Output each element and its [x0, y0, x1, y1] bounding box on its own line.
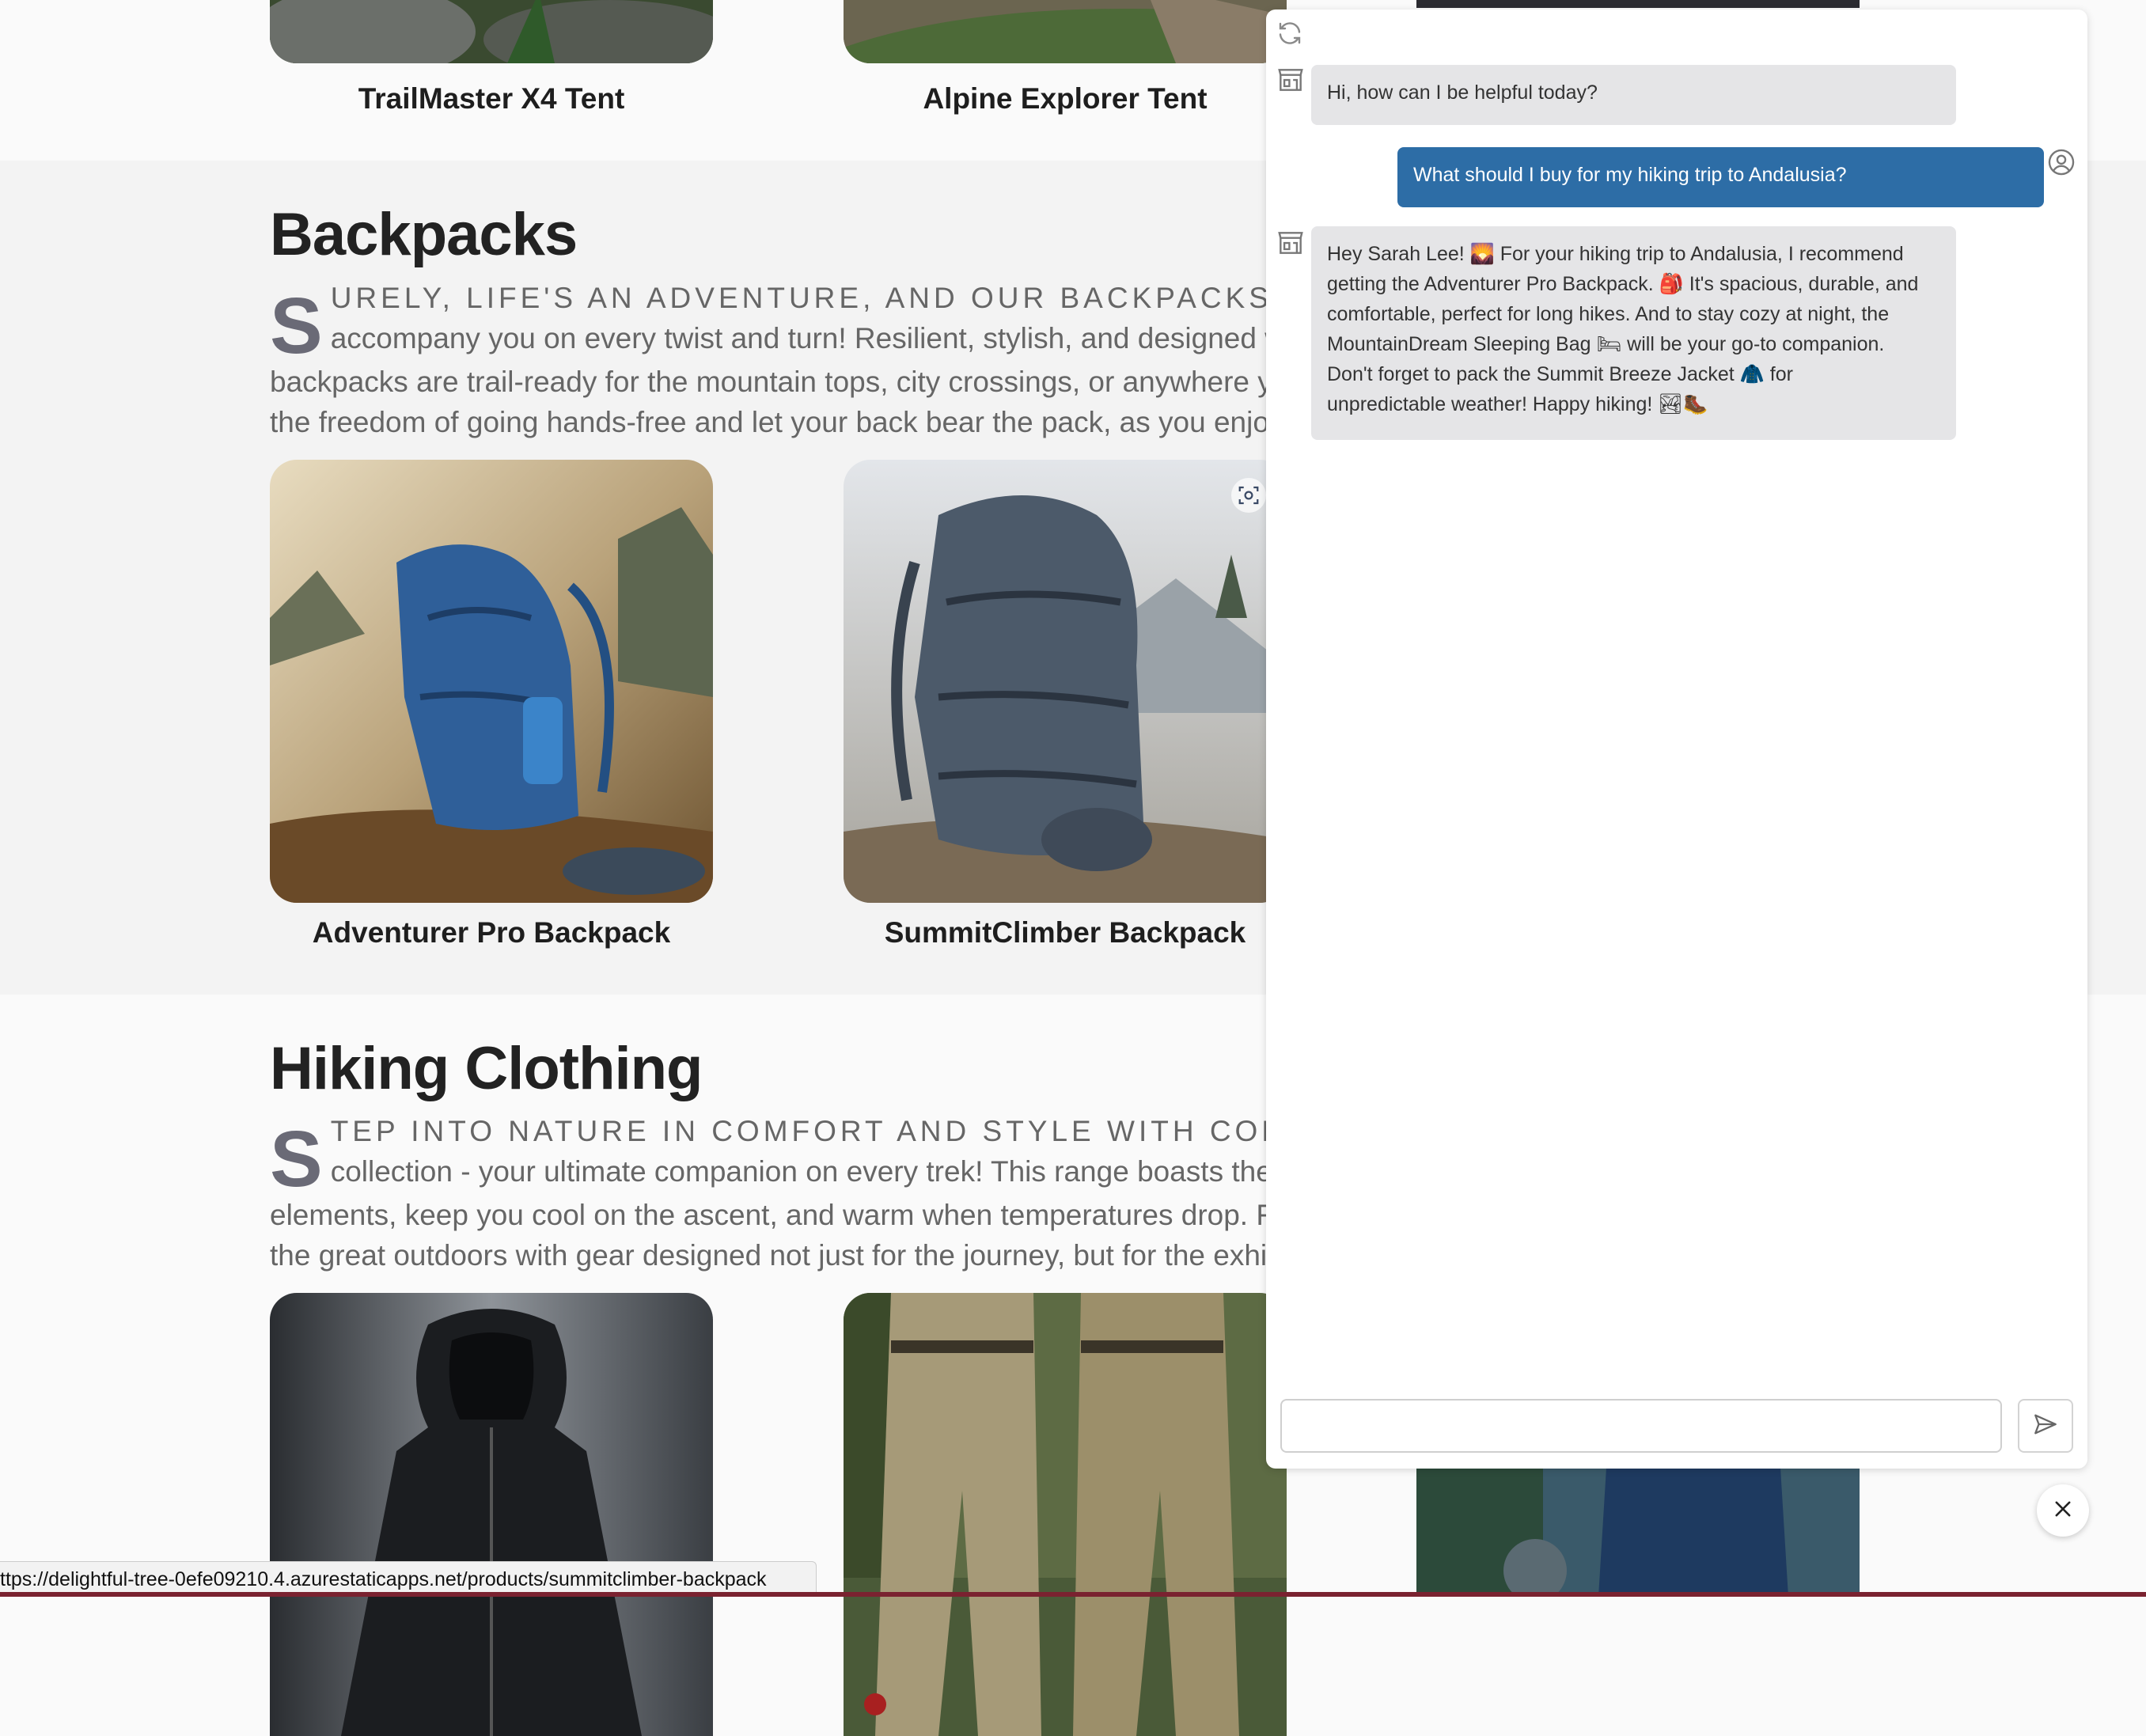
refresh-icon[interactable]	[1276, 19, 1304, 47]
chat-message-line: MountainDream Sleeping Bag 🛏 will be you…	[1327, 333, 1885, 355]
section-heading: Backpacks	[270, 201, 578, 268]
chat-message-line: unpredictable weather! Happy hiking! 🏞🥾	[1327, 393, 1708, 415]
description-line: the freedom of going hands-free and let …	[270, 406, 1267, 438]
chat-message-line: Hey Sarah Lee! 🌄 For your hiking trip to…	[1327, 243, 1904, 265]
chat-message-line: Don't forget to pack the Summit Breeze J…	[1327, 363, 1793, 385]
drop-cap: S	[270, 1115, 323, 1203]
product-image-hiking-pants[interactable]	[844, 1293, 1287, 1736]
chat-message-bot: Hi, how can I be helpful today?	[1311, 65, 1956, 125]
chat-message-line: getting the Adventurer Pro Backpack. 🎒 I…	[1327, 273, 1919, 295]
description-line: accompany you on every twist and turn! R…	[330, 322, 1267, 354]
section-heading: Hiking Clothing	[270, 1035, 703, 1102]
description-line: collection - your ultimate companion on …	[330, 1155, 1267, 1188]
description-line: elements, keep you cool on the ascent, a…	[270, 1199, 1267, 1231]
section-description: S urely, life's an adventure, and our ba…	[270, 278, 1267, 444]
chat-input[interactable]	[1280, 1399, 2002, 1453]
description-line: the great outdoors with gear designed no…	[270, 1239, 1267, 1272]
store-icon	[1276, 228, 1306, 258]
send-icon	[2032, 1411, 2059, 1442]
chat-panel: Hi, how can I be helpful today? What sho…	[1266, 9, 2087, 1469]
drop-cap: S	[270, 282, 323, 370]
product-image-summitclimber-backpack[interactable]	[844, 460, 1287, 903]
description-lead: urely, life's an adventure, and our back…	[330, 282, 1267, 314]
product-image-jacket[interactable]	[270, 1293, 713, 1736]
product-image-partial[interactable]	[1416, 0, 1860, 8]
close-chat-button[interactable]	[2037, 1484, 2089, 1537]
product-image-adventurer-pro-backpack[interactable]	[270, 460, 713, 903]
product-title[interactable]: Alpine Explorer Tent	[844, 82, 1287, 116]
user-circle-icon	[2046, 147, 2076, 177]
product-image-partial[interactable]	[1416, 1468, 1860, 1597]
description-lead: tep into nature in comfort and style wit…	[330, 1115, 1267, 1147]
section-description: S tep into nature in comfort and style w…	[270, 1111, 1267, 1277]
product-title[interactable]: TrailMaster X4 Tent	[270, 82, 713, 116]
store-icon	[1276, 65, 1306, 95]
product-title[interactable]: Adventurer Pro Backpack	[270, 916, 713, 949]
product-image-trailmaster-tent[interactable]	[270, 0, 713, 63]
description-line: backpacks are trail-ready for the mounta…	[270, 366, 1267, 398]
product-image-alpine-tent[interactable]	[844, 0, 1287, 63]
chat-message-user: What should I buy for my hiking trip to …	[1397, 147, 2044, 207]
bottom-accent-line	[0, 1592, 2146, 1597]
chat-message-line: comfortable, perfect for long hikes. And…	[1327, 303, 1890, 325]
product-title[interactable]: SummitClimber Backpack	[844, 916, 1287, 949]
close-icon	[2052, 1498, 2074, 1524]
chat-message-bot: Hey Sarah Lee! 🌄 For your hiking trip to…	[1311, 226, 1956, 440]
send-button[interactable]	[2018, 1399, 2073, 1453]
visual-search-icon[interactable]	[1231, 478, 1266, 513]
